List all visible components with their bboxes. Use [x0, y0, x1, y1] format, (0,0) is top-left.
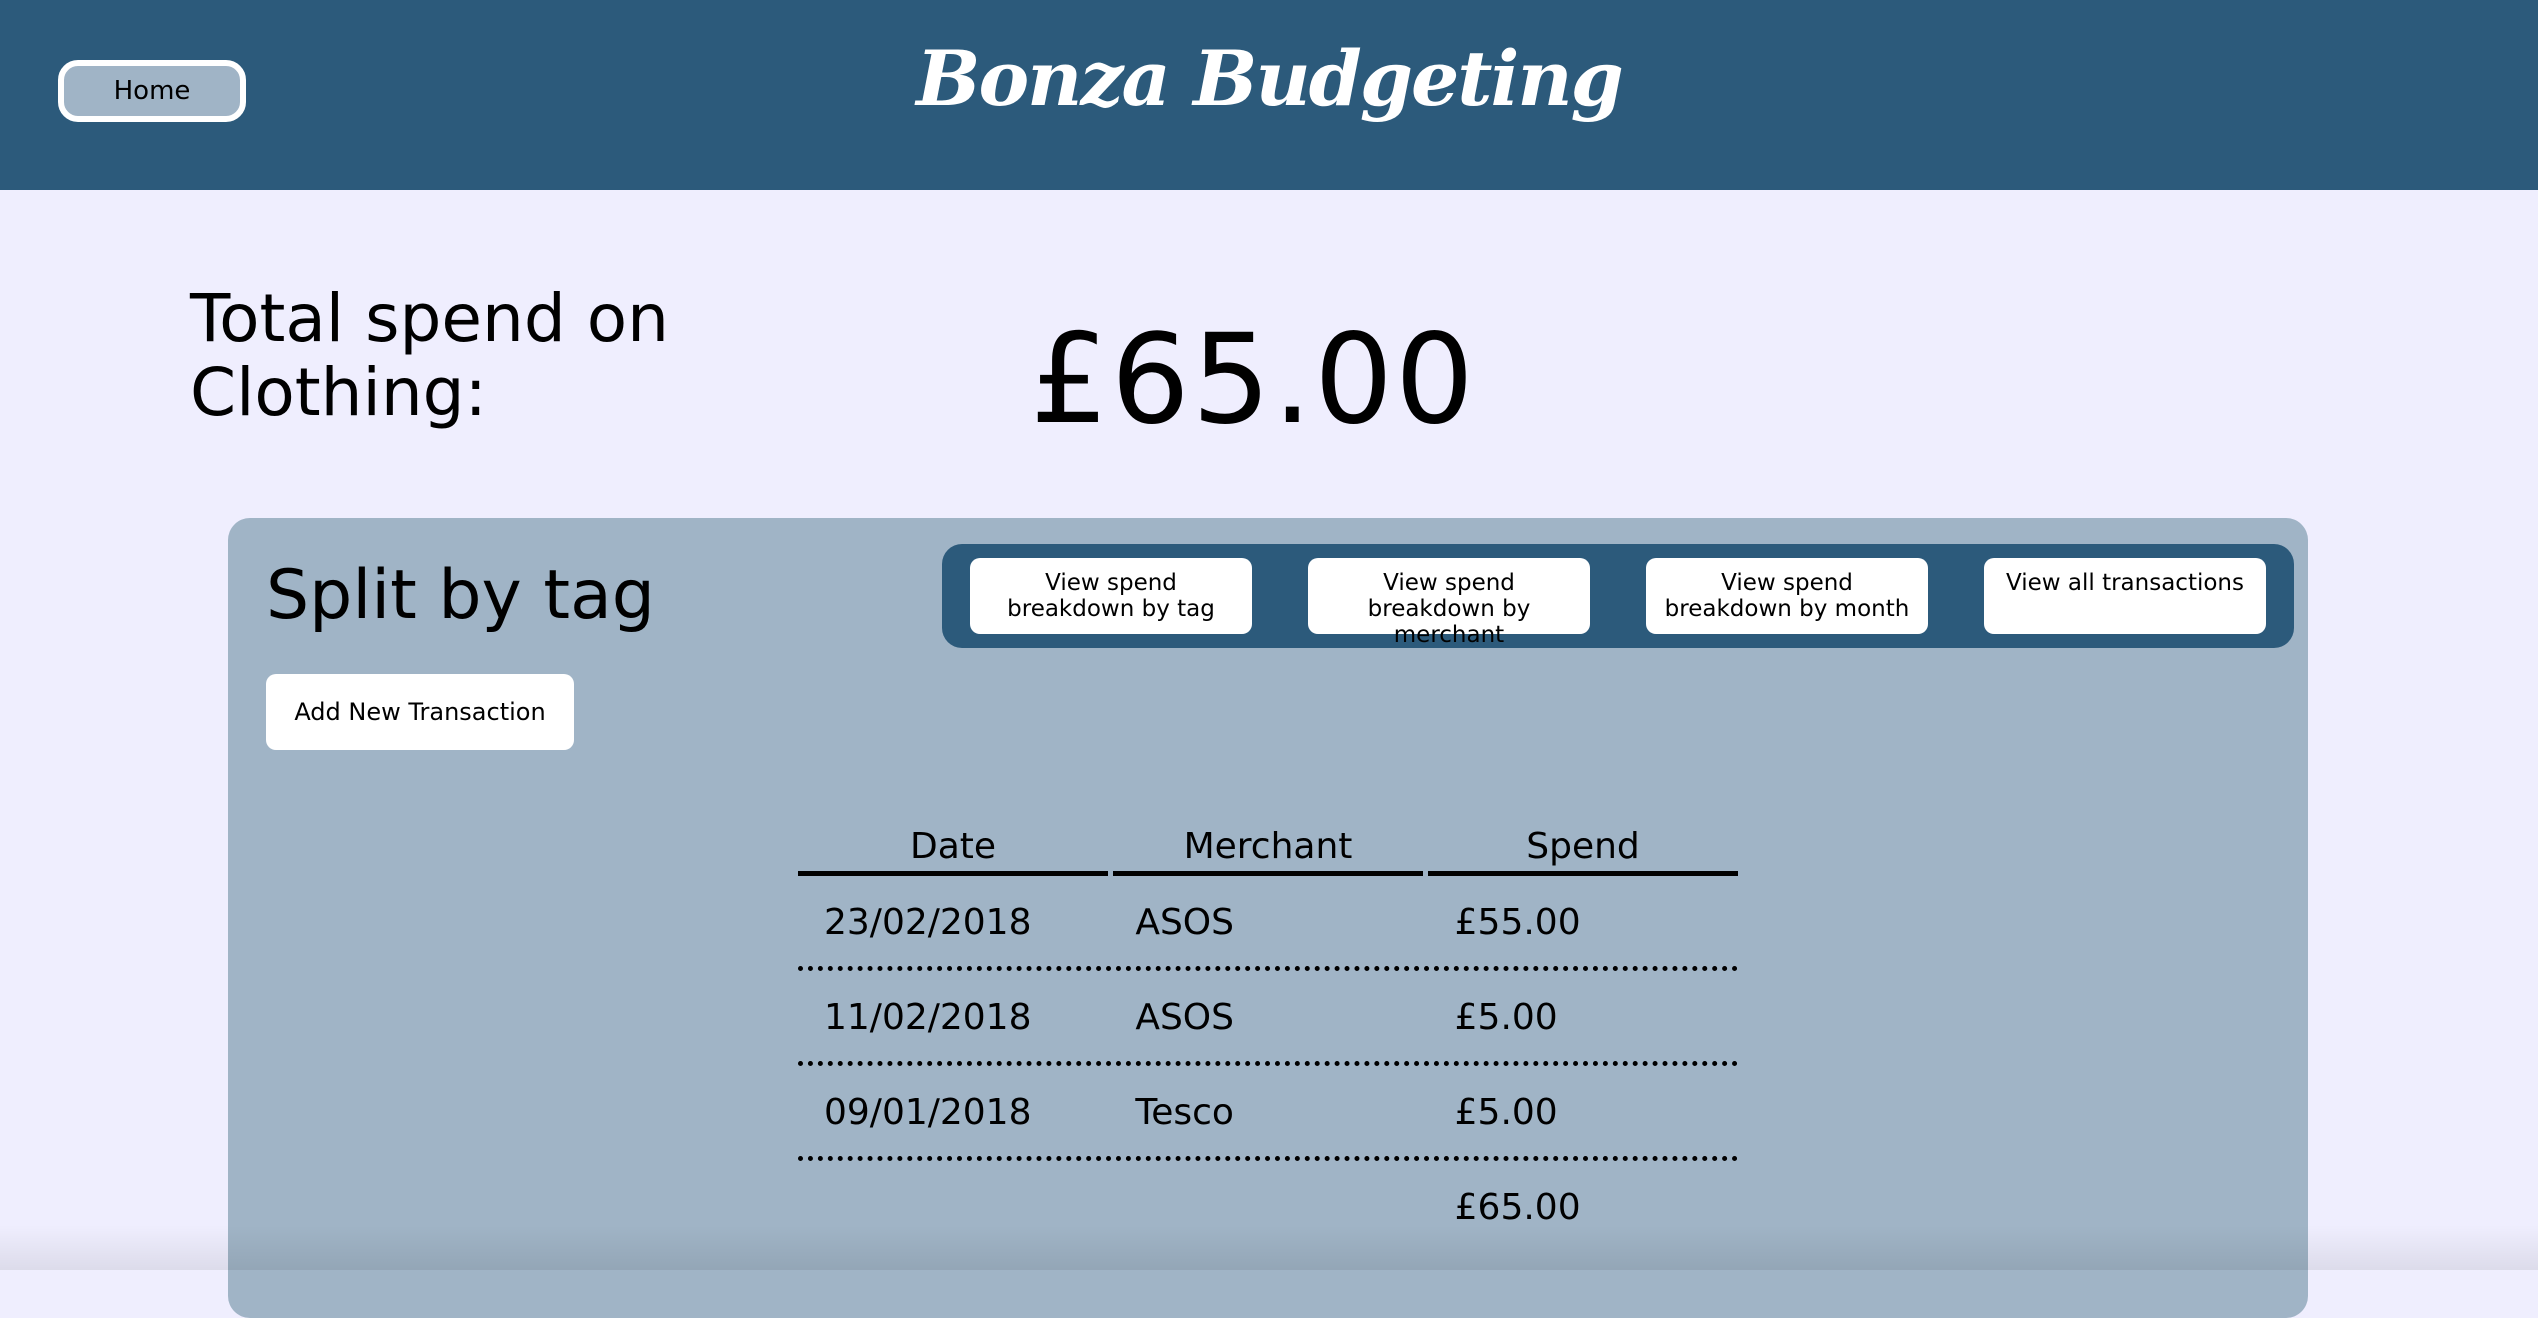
column-header-spend: Spend	[1428, 820, 1738, 876]
table-header-row: Date Merchant Spend	[798, 820, 1738, 876]
cell-merchant: ASOS	[1135, 997, 1234, 1038]
table-total-row: £65.00	[798, 1161, 1738, 1256]
total-row-empty-merchant	[1111, 1161, 1424, 1256]
add-new-transaction-button[interactable]: Add New Transaction	[266, 674, 574, 750]
cell-date: 09/01/2018	[824, 1092, 1032, 1133]
cell-spend: £5.00	[1454, 1092, 1558, 1133]
breakdown-nav: View spend breakdown by tag View spend b…	[942, 544, 2294, 648]
cell-spend: £5.00	[1454, 997, 1558, 1038]
cell-merchant: ASOS	[1135, 902, 1234, 943]
column-header-merchant: Merchant	[1113, 820, 1423, 876]
table-row: 11/02/2018 ASOS £5.00	[798, 971, 1738, 1066]
view-by-month-button[interactable]: View spend breakdown by month	[1646, 558, 1928, 634]
transactions-panel: Split by tag View spend breakdown by tag…	[228, 518, 2308, 1318]
cell-date: 23/02/2018	[824, 902, 1032, 943]
view-all-transactions-button[interactable]: View all transactions	[1984, 558, 2266, 634]
table-total-spend: £65.00	[1454, 1187, 1581, 1228]
site-title: Bonza Budgeting	[916, 34, 1624, 123]
table-row: 09/01/2018 Tesco £5.00	[798, 1066, 1738, 1161]
column-header-date: Date	[798, 820, 1108, 876]
total-spend-value: £65.00	[1030, 308, 1476, 452]
view-by-merchant-button[interactable]: View spend breakdown by merchant	[1308, 558, 1590, 648]
table-row: 23/02/2018 ASOS £55.00	[798, 876, 1738, 971]
cell-spend: £55.00	[1454, 902, 1581, 943]
total-spend-label: Total spend on Clothing:	[190, 280, 669, 431]
panel-title: Split by tag	[266, 556, 655, 635]
site-header: Home Bonza Budgeting	[0, 0, 2538, 190]
total-row-empty-date	[798, 1161, 1111, 1256]
view-by-tag-button[interactable]: View spend breakdown by tag	[970, 558, 1252, 634]
cell-date: 11/02/2018	[824, 997, 1032, 1038]
cell-merchant: Tesco	[1135, 1092, 1234, 1133]
transactions-table: Date Merchant Spend 23/02/2018 ASOS £55.…	[798, 820, 1738, 1256]
